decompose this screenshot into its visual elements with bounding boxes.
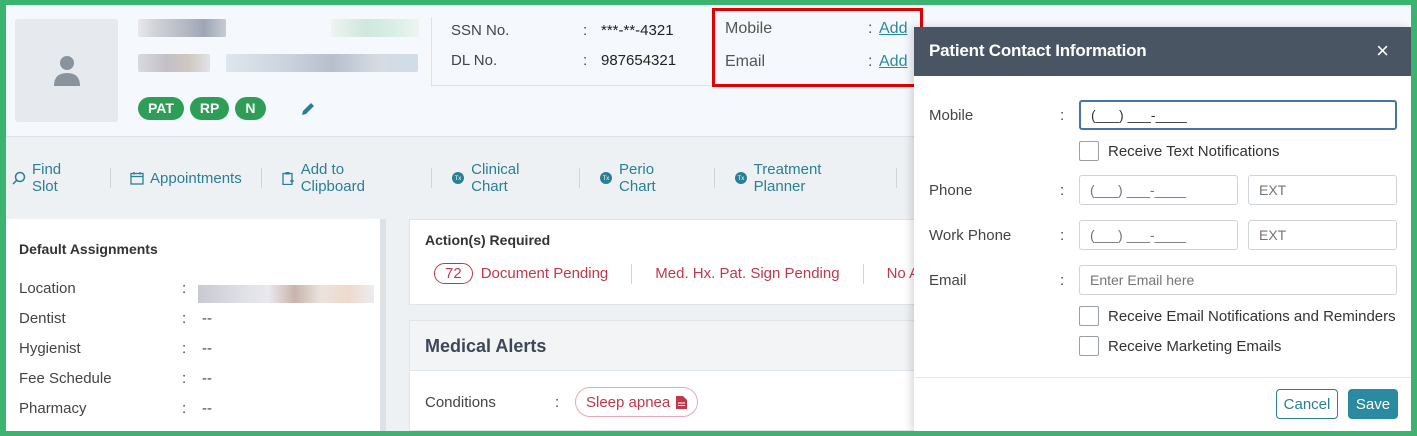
svg-text:Tx: Tx xyxy=(603,176,610,182)
mobile-input[interactable] xyxy=(1079,100,1397,130)
save-button[interactable]: Save xyxy=(1348,389,1398,419)
document-pending-link[interactable]: Document Pending xyxy=(481,265,609,282)
dl-row: DL No.: 987654321 xyxy=(451,52,676,69)
phone-input[interactable] xyxy=(1079,175,1238,205)
email-row: Email: Add xyxy=(725,53,907,71)
text-notifications-checkbox[interactable]: Receive Text Notifications xyxy=(1079,141,1279,161)
user-icon xyxy=(53,55,80,86)
work-phone-colon: : xyxy=(1060,227,1065,244)
action-divider xyxy=(631,263,633,284)
pending-count-badge: 72 xyxy=(434,263,473,284)
patient-name-redacted xyxy=(138,19,226,37)
mobile-colon: : xyxy=(1060,107,1065,124)
dl-value: 987654321 xyxy=(601,52,677,69)
patient-id-redacted xyxy=(331,19,419,37)
modal-footer-divider xyxy=(914,377,1411,378)
toolbar-divider xyxy=(110,168,111,188)
work-phone-input[interactable] xyxy=(1079,220,1238,250)
medical-alerts-card: Medical Alerts Conditions : Sleep apnea xyxy=(409,320,919,431)
fee-schedule-row: Fee Schedule: -- xyxy=(19,370,212,387)
patient-info-redacted xyxy=(138,54,210,72)
medical-alerts-title: Medical Alerts xyxy=(425,336,547,356)
tag-n[interactable]: N xyxy=(235,97,266,120)
appointments-button[interactable]: Appointments xyxy=(130,170,261,187)
patient-contact-modal: Patient Contact Information × Mobile : R… xyxy=(914,27,1411,431)
phone-label: Phone xyxy=(929,182,973,199)
mobile-add-link[interactable]: Add xyxy=(879,20,907,37)
mobile-label: Mobile xyxy=(929,107,974,124)
tooth-icon: Tx xyxy=(600,172,613,184)
search-icon xyxy=(12,171,26,185)
conditions-label: Conditions xyxy=(425,394,496,411)
pharmacy-row: Pharmacy: -- xyxy=(19,400,212,417)
hygienist-row: Hygienist: -- xyxy=(19,340,212,357)
treatment-planner-button[interactable]: Tx Treatment Planner xyxy=(734,161,896,195)
marketing-emails-checkbox[interactable]: Receive Marketing Emails xyxy=(1079,336,1281,356)
app-frame: PAT RP N SSN No.: ***-**-4321 DL No.: 9876… xyxy=(6,5,1411,431)
clinical-chart-button[interactable]: Tx Clinical Chart xyxy=(451,161,579,195)
action-divider xyxy=(862,263,864,284)
condition-badge[interactable]: Sleep apnea xyxy=(575,387,699,417)
toolbar-divider xyxy=(896,168,898,188)
svg-text:Tx: Tx xyxy=(737,176,744,182)
tooth-icon: Tx xyxy=(734,172,747,184)
avatar[interactable] xyxy=(15,19,118,122)
svg-text:Tx: Tx xyxy=(455,176,462,182)
actions-list: 72 Document Pending Med. Hx. Pat. Sign P… xyxy=(434,263,919,284)
modal-title: Patient Contact Information xyxy=(929,41,1147,60)
close-icon[interactable]: × xyxy=(1376,40,1389,62)
email-add-link[interactable]: Add xyxy=(879,53,907,70)
calendar-icon xyxy=(130,172,144,185)
email-label: Email xyxy=(929,272,967,289)
checkbox-box[interactable] xyxy=(1079,141,1099,161)
modal-header: Patient Contact Information × xyxy=(914,27,1411,76)
conditions-colon: : xyxy=(555,394,560,411)
dl-label: DL No.: xyxy=(451,52,588,69)
checkbox-box[interactable] xyxy=(1079,336,1099,356)
patient-tags: PAT RP N xyxy=(138,97,316,120)
toolbar-divider xyxy=(579,168,581,188)
perio-chart-button[interactable]: Tx Perio Chart xyxy=(599,161,714,195)
phone-ext-input[interactable] xyxy=(1248,175,1397,205)
toolbar-divider xyxy=(713,168,715,188)
patient-toolbar: Find Slot Appointments Add to Clipboard … xyxy=(6,153,916,203)
cancel-button[interactable]: Cancel xyxy=(1276,389,1338,419)
clipboard-icon xyxy=(282,172,294,185)
location-row: Location: xyxy=(19,280,187,297)
ssn-label: SSN No.: xyxy=(451,22,588,39)
add-to-clipboard-button[interactable]: Add to Clipboard xyxy=(281,161,431,195)
med-hx-sign-pending-link[interactable]: Med. Hx. Pat. Sign Pending xyxy=(655,265,839,282)
email-notifications-checkbox[interactable]: Receive Email Notifications and Reminder… xyxy=(1079,306,1396,326)
tooth-icon: Tx xyxy=(452,172,465,184)
tag-rp[interactable]: RP xyxy=(189,97,230,120)
checkbox-box[interactable] xyxy=(1079,306,1099,326)
contact-highlight-box: Mobile: Add Email: Add xyxy=(712,8,923,87)
toolbar-divider xyxy=(431,168,433,188)
tag-pat[interactable]: PAT xyxy=(138,97,184,120)
dentist-row: Dentist: -- xyxy=(19,310,212,327)
actions-title: Action(s) Required xyxy=(425,232,551,248)
email-label: Email: xyxy=(725,53,873,70)
default-assignments-panel: Default Assignments Location: Dentist: --… xyxy=(6,219,386,431)
mobile-label: Mobile: xyxy=(725,20,873,37)
pencil-icon[interactable] xyxy=(300,101,316,117)
work-phone-label: Work Phone xyxy=(929,227,1012,244)
work-phone-ext-input[interactable] xyxy=(1248,220,1397,250)
email-input[interactable] xyxy=(1079,265,1397,295)
actions-required-card: Action(s) Required 72 Document Pending M… xyxy=(409,219,919,305)
assignments-title: Default Assignments xyxy=(19,241,158,257)
location-value-redacted xyxy=(198,285,374,303)
find-slot-button[interactable]: Find Slot xyxy=(12,161,110,195)
document-icon xyxy=(676,395,688,409)
ssn-row: SSN No.: ***-**-4321 xyxy=(451,22,674,39)
phone-colon: : xyxy=(1060,182,1065,199)
ssn-value: ***-**-4321 xyxy=(601,22,674,39)
patient-address-redacted xyxy=(226,54,418,72)
header-divider xyxy=(431,17,432,87)
mobile-row: Mobile: Add xyxy=(725,20,907,38)
toolbar-divider xyxy=(260,168,262,188)
email-colon: : xyxy=(1060,272,1065,289)
